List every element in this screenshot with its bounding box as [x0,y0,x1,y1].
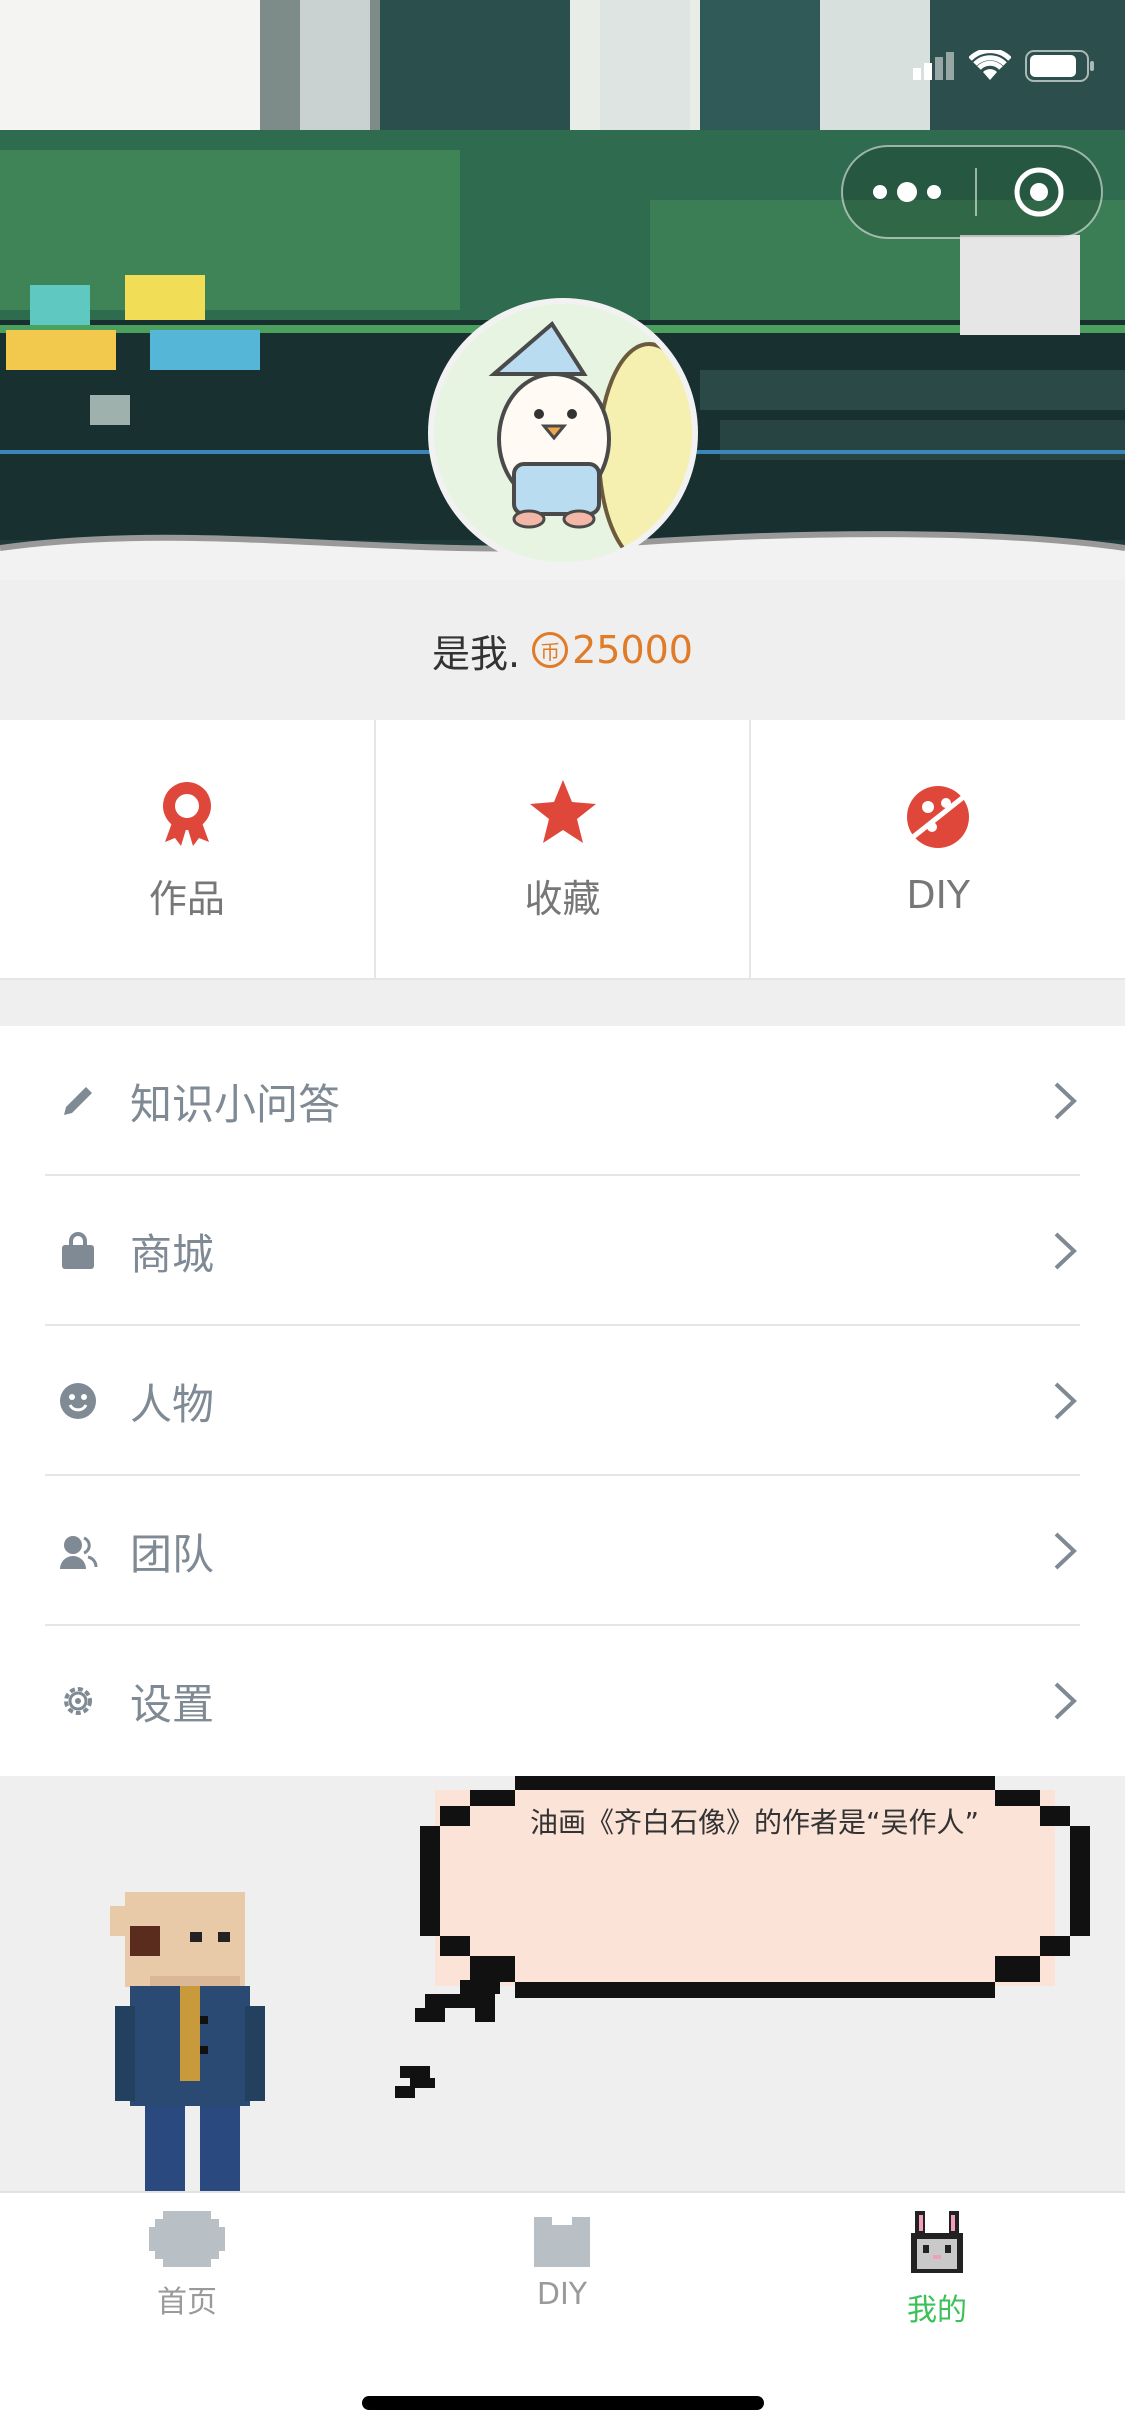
tile-diy[interactable]: DIY [751,720,1125,978]
home-pixel-icon [149,2211,225,2267]
menu-item-label: 设置 [130,1679,215,1729]
battery-icon [1025,50,1094,82]
speech-bubble-text: 油画《齐白石像》的作者是“吴作人” [530,1806,980,1839]
coin-amount: 25000 [572,628,693,672]
menu-item-shop[interactable]: 商城 [0,1176,1125,1326]
chevron-right-icon [1054,1232,1077,1270]
wifi-icon [969,50,1011,80]
signal-icon [913,52,954,80]
menu-item-quiz[interactable]: 知识小问答 [0,1026,1125,1176]
tile-works-label: 作品 [148,876,225,921]
tab-home-label: 首页 [157,2285,217,2320]
star-icon [529,779,596,843]
avatar-illustration [434,304,692,562]
tab-diy[interactable]: DIY [437,2211,687,2312]
tab-mine[interactable]: 我的 [812,2211,1062,2329]
tile-diy-label: DIY [906,873,971,917]
tile-works[interactable]: 作品 [0,720,376,978]
coin-icon: 币 [532,632,569,668]
target-close-icon[interactable] [977,145,1101,239]
team-icon [60,1536,98,1569]
feature-tiles: 作品 收藏 DIY [0,720,1125,980]
tile-favorites-label: 收藏 [524,876,601,921]
coin-balance: 币 25000 [532,628,693,672]
header-banner [0,0,1125,580]
home-indicator [362,2396,764,2410]
diy-pixel-icon [534,2217,590,2267]
menu-item-label: 人物 [130,1379,215,1429]
pixel-man [110,1892,265,2191]
menu-item-label: 团队 [130,1529,215,1579]
chevron-right-icon [1054,1682,1077,1720]
pencil-icon [64,1087,92,1115]
avatar[interactable] [428,298,698,568]
chevron-right-icon [1054,1382,1077,1420]
tab-home[interactable]: 首页 [62,2211,312,2321]
tile-favorites[interactable]: 收藏 [376,720,752,978]
status-bar [913,50,1095,82]
palette-icon [906,786,970,848]
tab-mine-label: 我的 [907,2293,967,2328]
smiley-icon [60,1383,96,1419]
menu-item-characters[interactable]: 人物 [0,1326,1125,1476]
menu-item-label: 知识小问答 [130,1079,341,1129]
bunny-pixel-icon [911,2211,963,2273]
gear-icon [64,1687,92,1715]
user-name: 是我. [432,631,521,676]
award-ribbon-icon [162,781,211,846]
menu-list: 知识小问答 商城 人物 团队 设置 [0,1026,1125,1776]
profile-page: 是我. 币 25000 作品 收藏 DIY 知识小问答 商城 人物 团队 设置 … [0,0,1125,2436]
chevron-right-icon [1054,1082,1077,1120]
tab-diy-label: DIY [536,2277,588,2312]
shopping-bag-icon [62,1232,94,1269]
mini-program-capsule [841,145,1103,239]
chevron-right-icon [1054,1532,1077,1570]
menu-item-team[interactable]: 团队 [0,1476,1125,1626]
menu-item-settings[interactable]: 设置 [0,1626,1125,1776]
profile-name-band: 是我. 币 25000 [0,580,1125,720]
menu-item-label: 商城 [130,1229,215,1279]
more-dots-icon[interactable] [843,145,971,239]
